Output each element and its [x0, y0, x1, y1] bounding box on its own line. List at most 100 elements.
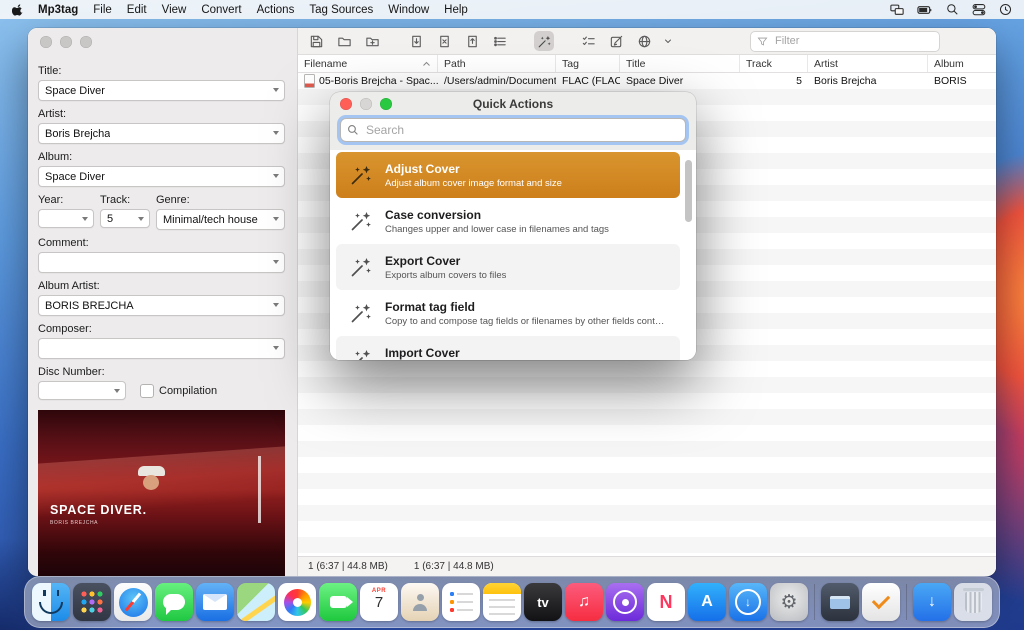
comment-combo[interactable]	[38, 252, 285, 273]
chevron-down-icon	[273, 346, 279, 350]
column-artist[interactable]: Artist	[808, 55, 928, 72]
zoom-button[interactable]	[80, 36, 92, 48]
track-label: Track:	[100, 194, 150, 206]
playlist-button[interactable]	[490, 31, 510, 51]
save-tag-button[interactable]	[306, 31, 326, 51]
chevron-down-icon	[273, 217, 279, 221]
mp3tag-dock-icon[interactable]	[862, 583, 900, 621]
column-label: Path	[444, 58, 466, 70]
title-value: Space Diver	[45, 85, 105, 97]
quick-actions-button[interactable]	[534, 31, 554, 51]
downloads-icon[interactable]: ↓	[913, 583, 951, 621]
menu-help[interactable]: Help	[444, 4, 468, 16]
facetime-icon[interactable]	[319, 583, 357, 621]
control-center-icon[interactable]	[972, 3, 986, 16]
trash-icon[interactable]	[954, 583, 992, 621]
maps-icon[interactable]	[237, 583, 275, 621]
messages-icon[interactable]	[155, 583, 193, 621]
read-tag-button[interactable]	[406, 31, 426, 51]
contacts-icon[interactable]	[401, 583, 439, 621]
artist-combo[interactable]: Boris Brejcha	[38, 123, 285, 144]
podcasts-icon[interactable]	[606, 583, 644, 621]
action-case-conversion[interactable]: Case conversion Changes upper and lower …	[336, 198, 680, 244]
track-combo[interactable]: 5	[100, 209, 150, 228]
web-sources-dropdown-icon[interactable]	[662, 31, 674, 51]
minimize-button[interactable]	[60, 36, 72, 48]
cell-filename: 05-Boris Brejcha - Spac...	[319, 75, 438, 87]
menu-view[interactable]: View	[162, 4, 187, 16]
undo-tag-button[interactable]	[462, 31, 482, 51]
filter-input[interactable]	[773, 34, 933, 48]
checklist-button[interactable]	[578, 31, 598, 51]
year-label: Year:	[38, 194, 94, 206]
search-icon[interactable]	[946, 3, 959, 16]
table-row[interactable]: 05-Boris Brejcha - Spac... /Users/admin/…	[298, 73, 996, 89]
system-preferences-icon[interactable]: ⚙	[770, 583, 808, 621]
close-button[interactable]	[40, 36, 52, 48]
menu-actions[interactable]: Actions	[257, 4, 295, 16]
battery-icon[interactable]	[917, 4, 933, 16]
mail-icon[interactable]	[196, 583, 234, 621]
web-sources-button[interactable]	[634, 31, 654, 51]
column-album[interactable]: Album	[928, 55, 996, 72]
composer-combo[interactable]	[38, 338, 285, 359]
menu-window[interactable]: Window	[388, 4, 429, 16]
menu-file[interactable]: File	[93, 4, 112, 16]
title-combo[interactable]: Space Diver	[38, 80, 285, 101]
column-tag[interactable]: Tag	[556, 55, 620, 72]
column-filename[interactable]: Filename	[298, 55, 438, 72]
column-label: Filename	[304, 58, 347, 70]
menu-tag-sources[interactable]: Tag Sources	[309, 4, 373, 16]
recent-app-icon[interactable]	[821, 583, 859, 621]
zoom-button[interactable]	[380, 98, 392, 110]
cell-tag: FLAC (FLAC)	[556, 75, 620, 87]
finder-icon[interactable]	[32, 583, 70, 621]
add-directory-button[interactable]	[362, 31, 382, 51]
photos-icon[interactable]	[278, 583, 316, 621]
remove-tag-button[interactable]	[434, 31, 454, 51]
compilation-checkbox[interactable]	[140, 384, 154, 398]
installer-icon[interactable]: ↓	[729, 583, 767, 621]
column-path[interactable]: Path	[438, 55, 556, 72]
menu-app-name[interactable]: Mp3tag	[38, 4, 78, 16]
album-combo[interactable]: Space Diver	[38, 166, 285, 187]
tv-icon[interactable]: tv	[524, 583, 562, 621]
music-icon[interactable]: ♫	[565, 583, 603, 621]
close-button[interactable]	[340, 98, 352, 110]
calendar-icon[interactable]: APR 7	[360, 583, 398, 621]
action-export-cover[interactable]: Export Cover Exports album covers to fil…	[336, 244, 680, 290]
filter-field[interactable]	[750, 31, 940, 52]
search-input[interactable]	[364, 122, 679, 138]
column-label: Track	[746, 58, 772, 70]
notes-icon[interactable]	[483, 583, 521, 621]
menu-convert[interactable]: Convert	[201, 4, 241, 16]
screen-mirroring-icon[interactable]	[890, 3, 904, 16]
genre-label: Genre:	[156, 194, 285, 206]
menu-edit[interactable]: Edit	[127, 4, 147, 16]
search-field[interactable]	[340, 118, 686, 142]
column-track[interactable]: Track	[740, 55, 808, 72]
year-combo[interactable]	[38, 209, 94, 228]
news-icon[interactable]: N	[647, 583, 685, 621]
magic-wand-icon	[348, 208, 374, 234]
launchpad-icon[interactable]	[73, 583, 111, 621]
action-description: Exports album covers to files	[385, 270, 506, 281]
change-directory-button[interactable]	[334, 31, 354, 51]
genre-combo[interactable]: Minimal/tech house	[156, 209, 285, 230]
action-format-tag-field[interactable]: Format tag field Copy to and compose tag…	[336, 290, 680, 336]
action-import-cover[interactable]: Import Cover Imports album covers from f…	[336, 336, 680, 360]
clock-icon[interactable]	[999, 3, 1012, 16]
scrollbar-thumb[interactable]	[685, 160, 692, 222]
column-title[interactable]: Title	[620, 55, 740, 72]
album-artist-combo[interactable]: BORIS BREJCHA	[38, 295, 285, 316]
reminders-icon[interactable]	[442, 583, 480, 621]
action-adjust-cover[interactable]: Adjust Cover Adjust album cover image fo…	[336, 152, 680, 198]
apple-menu-icon[interactable]	[12, 3, 24, 16]
safari-icon[interactable]	[114, 583, 152, 621]
album-cover[interactable]: SPACE DIVER. BORIS BREJCHA	[38, 410, 285, 576]
album-artist-value: BORIS BREJCHA	[45, 300, 134, 312]
compose-button[interactable]	[606, 31, 626, 51]
app-store-icon[interactable]: A	[688, 583, 726, 621]
table-header: Filename Path Tag Title Track Artist Alb…	[298, 55, 996, 73]
disc-number-combo[interactable]	[38, 381, 126, 400]
